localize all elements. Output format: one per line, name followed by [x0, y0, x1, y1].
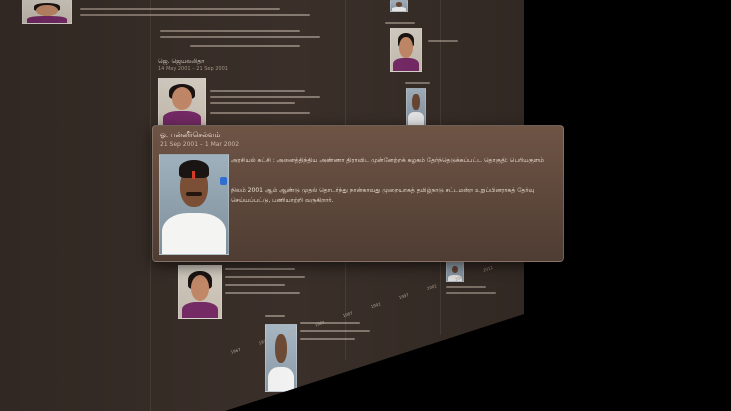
axis-tick: 2012 — [482, 264, 494, 273]
entry-text — [160, 36, 320, 38]
axis-tick: 1967 — [230, 346, 242, 355]
entry-text — [160, 30, 300, 32]
axis-tick: 1972 — [258, 337, 270, 346]
entry-text — [225, 292, 300, 294]
politician-photo[interactable] — [390, 0, 408, 12]
entry-text — [446, 292, 496, 294]
timeline-divider — [150, 0, 151, 411]
entry-text — [428, 40, 458, 42]
politician-photo[interactable] — [390, 28, 422, 72]
politician-photo — [159, 154, 229, 255]
politician-photo[interactable] — [158, 78, 206, 126]
timeline-entry[interactable]: ஜெ. ஜெயலலிதா 14 May 2001 – 21 Sep 2001 — [158, 58, 228, 72]
entry-text — [210, 112, 310, 114]
entry-text — [385, 22, 415, 24]
axis-tick: 1982 — [314, 319, 326, 328]
axis-tick: 1992 — [370, 301, 382, 310]
entry-dates: 14 May 2001 – 21 Sep 2001 — [158, 66, 228, 72]
entry-text — [300, 338, 355, 340]
politician-detail-card[interactable]: ஓ. பன்னீர்செல்வம் 21 Sep 2001 – 1 Mar 20… — [152, 125, 564, 262]
entry-text — [225, 268, 295, 270]
entry-text — [190, 45, 300, 47]
entry-text — [210, 96, 320, 98]
entry-text — [225, 284, 285, 286]
entry-text — [405, 82, 430, 84]
politician-photo[interactable] — [22, 0, 72, 24]
badge-icon — [220, 177, 227, 185]
entry-text — [210, 90, 305, 92]
card-party-info: அரசியல் கட்சி : அனைத்திந்திய அண்ணா திராவ… — [231, 157, 544, 164]
entry-text — [80, 8, 280, 10]
entry-text — [210, 102, 295, 104]
entry-text — [265, 315, 285, 317]
axis-tick: 1997 — [398, 292, 410, 301]
entry-text — [80, 14, 310, 16]
axis-tick: 1987 — [342, 310, 354, 319]
card-description: நிலம் 2001 ஆம் ஆண்டு முதல் தொடர்ந்து நான… — [231, 187, 535, 204]
axis-tick: 2002 — [426, 283, 438, 292]
politician-photo[interactable] — [406, 88, 426, 126]
politician-photo[interactable] — [178, 265, 222, 319]
card-title: ஓ. பன்னீர்செல்வம் — [160, 131, 221, 139]
entry-text — [225, 276, 305, 278]
card-dates: 21 Sep 2001 – 1 Mar 2002 — [160, 141, 240, 148]
entry-name: ஜெ. ஜெயலலிதா — [158, 58, 205, 65]
